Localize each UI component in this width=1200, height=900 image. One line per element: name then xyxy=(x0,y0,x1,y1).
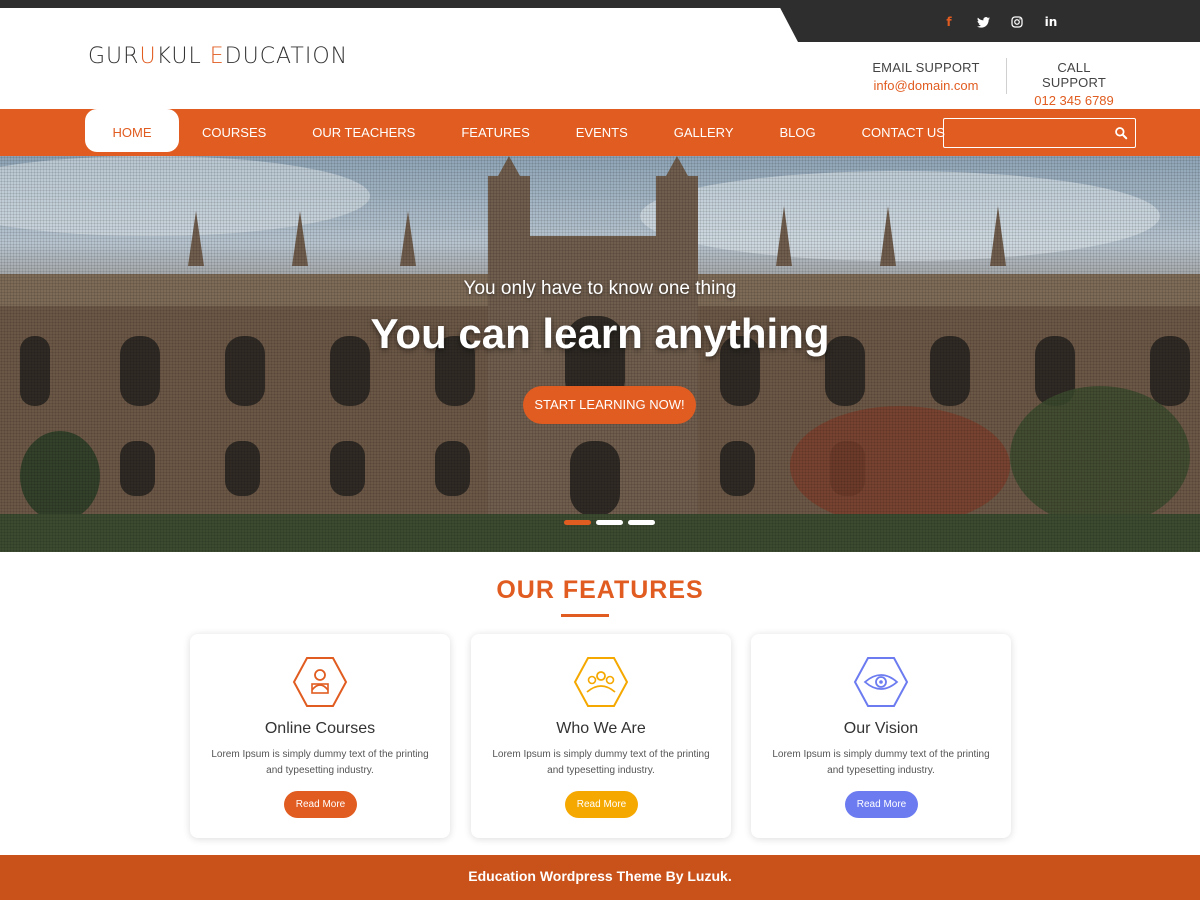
online-course-icon xyxy=(292,657,348,707)
nav-item-blog[interactable]: BLOG xyxy=(757,109,839,156)
search-box xyxy=(943,118,1136,148)
facebook-icon[interactable]: f xyxy=(940,14,958,30)
feature-card-our-vision: Our Vision Lorem Ipsum is simply dummy t… xyxy=(751,634,1011,838)
feature-card-who-we-are: Who We Are Lorem Ipsum is simply dummy t… xyxy=(471,634,731,838)
footer-credit: Education Wordpress Theme By Luzuk. xyxy=(0,855,1200,900)
features-heading: OUR FEATURES xyxy=(496,576,704,604)
email-support: EMAIL SUPPORT info@domain.com xyxy=(866,60,986,93)
call-support-value[interactable]: 012 345 6789 xyxy=(1026,93,1122,108)
social-icons: f in xyxy=(940,14,1060,30)
nav-items: HOME COURSES OUR TEACHERS FEATURES EVENT… xyxy=(85,109,968,156)
logo-accent: U xyxy=(139,44,157,69)
search-input[interactable] xyxy=(944,119,1104,147)
card-title: Who We Are xyxy=(556,720,646,737)
email-support-value[interactable]: info@domain.com xyxy=(866,78,986,93)
card-text: Lorem Ipsum is simply dummy text of the … xyxy=(211,749,429,776)
start-learning-button[interactable]: START LEARNING NOW! xyxy=(523,386,696,424)
logo-text: GUR xyxy=(88,44,140,69)
eye-icon xyxy=(853,657,909,707)
call-support: CALL SUPPORT 012 345 6789 xyxy=(1026,60,1122,108)
card-text: Lorem Ipsum is simply dummy text of the … xyxy=(492,749,710,776)
call-support-label: CALL SUPPORT xyxy=(1041,60,1106,90)
hero-subtitle: You only have to know one thing xyxy=(463,278,737,299)
card-title: Online Courses xyxy=(264,720,376,737)
team-icon xyxy=(573,657,629,707)
linkedin-icon[interactable]: in xyxy=(1042,14,1060,30)
support-divider xyxy=(1006,58,1007,94)
instagram-icon[interactable] xyxy=(1008,14,1026,30)
site-logo[interactable]: GURUKUL EDUCATION xyxy=(88,44,348,69)
card-title: Our Vision xyxy=(843,720,919,737)
read-more-button[interactable]: Read More xyxy=(284,791,357,818)
search-icon[interactable] xyxy=(1114,126,1128,140)
nav-item-features[interactable]: FEATURES xyxy=(438,109,552,156)
twitter-icon[interactable] xyxy=(974,14,992,30)
email-support-label: EMAIL SUPPORT xyxy=(872,60,980,75)
hero-slider: You only have to know one thing You can … xyxy=(0,156,1200,552)
read-more-button[interactable]: Read More xyxy=(845,791,918,818)
logo-text: KUL xyxy=(156,44,210,69)
logo-accent: E xyxy=(209,44,225,69)
slider-dot[interactable] xyxy=(628,520,655,525)
logo-text: DUCATION xyxy=(224,44,349,69)
nav-item-events[interactable]: EVENTS xyxy=(553,109,651,156)
card-text: Lorem Ipsum is simply dummy text of the … xyxy=(772,749,990,776)
read-more-button[interactable]: Read More xyxy=(565,791,638,818)
nav-item-gallery[interactable]: GALLERY xyxy=(651,109,757,156)
feature-card-online-courses: Online Courses Lorem Ipsum is simply dum… xyxy=(190,634,450,838)
nav-item-courses[interactable]: COURSES xyxy=(179,109,289,156)
nav-item-home[interactable]: HOME xyxy=(85,109,179,152)
slider-pagination xyxy=(564,520,655,525)
slider-dot[interactable] xyxy=(564,520,591,525)
nav-item-our-teachers[interactable]: OUR TEACHERS xyxy=(289,109,438,156)
hero-title: You can learn anything xyxy=(370,310,830,357)
slider-dot[interactable] xyxy=(596,520,623,525)
main-nav: HOME COURSES OUR TEACHERS FEATURES EVENT… xyxy=(0,109,1200,156)
heading-underline xyxy=(561,614,609,617)
